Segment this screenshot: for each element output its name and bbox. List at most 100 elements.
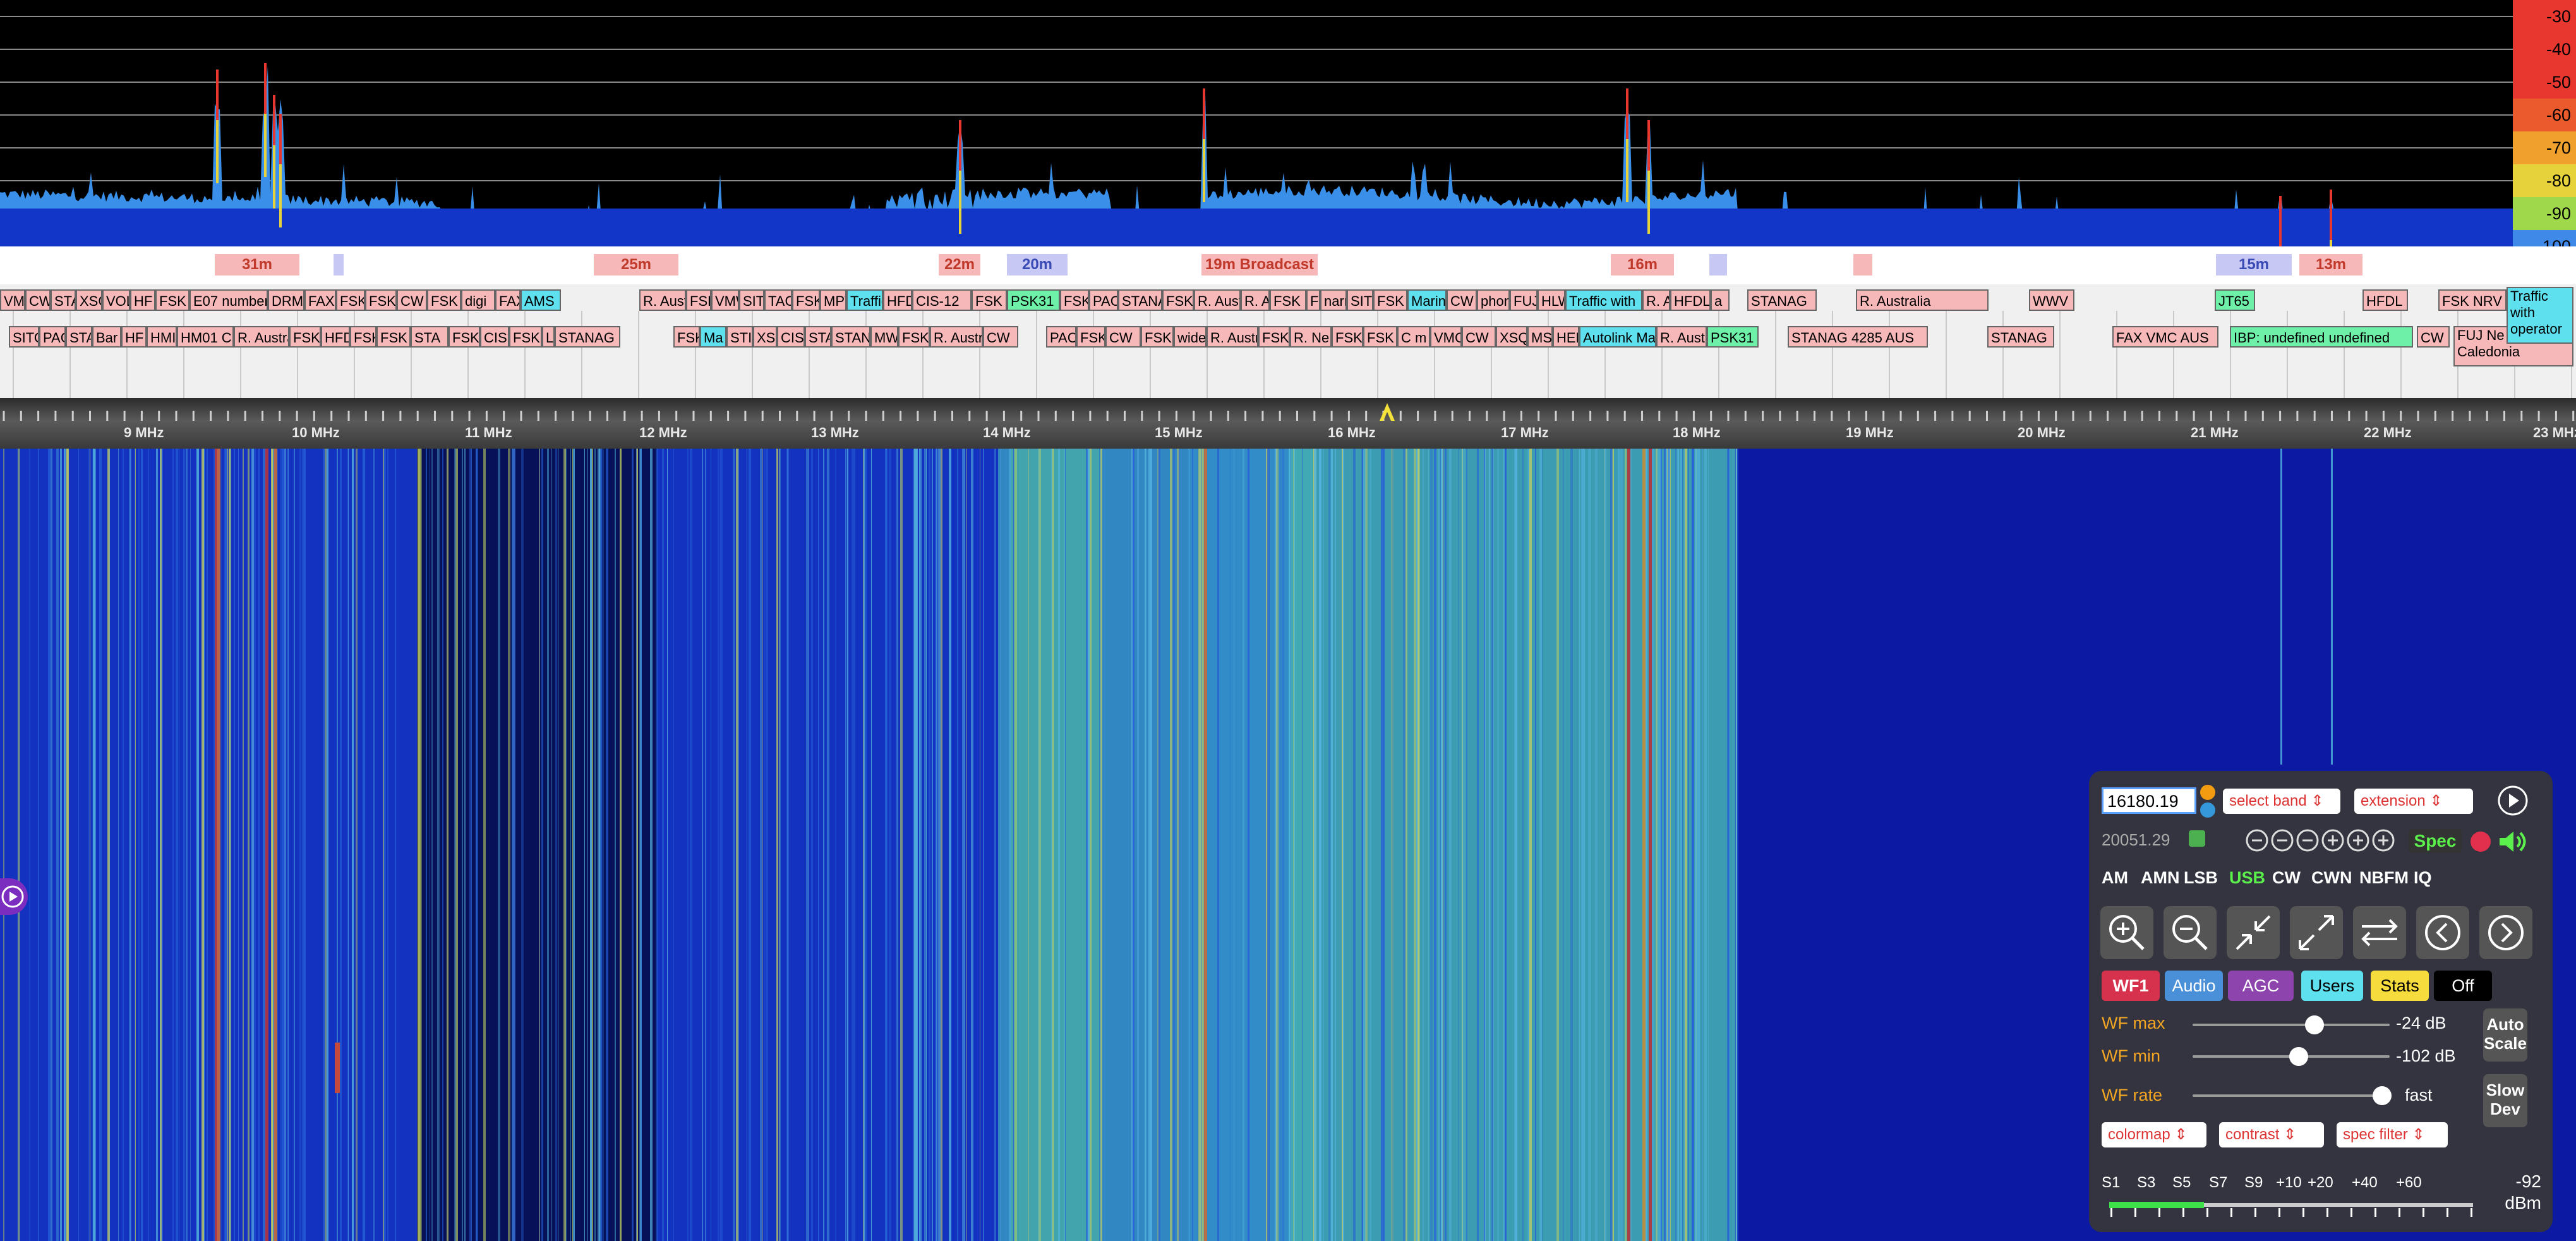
record-button[interactable] — [2471, 832, 2491, 852]
station-label[interactable]: FAX VMC AUS — [2112, 326, 2218, 348]
station-label[interactable]: R. Australia — [1207, 326, 1258, 348]
compress-button[interactable] — [2227, 906, 2280, 959]
band-label[interactable]: 31m — [215, 254, 299, 275]
station-label[interactable]: CW — [983, 326, 1018, 348]
station-label[interactable]: STANAG 4285 AUS — [1788, 326, 1928, 348]
station-label[interactable]: FSK — [1141, 326, 1174, 348]
station-label[interactable]: HFDL — [2362, 289, 2408, 311]
band-label[interactable] — [334, 254, 344, 275]
freq-step-up-icon[interactable] — [2200, 785, 2215, 800]
station-label[interactable]: Autolink Ma — [1579, 326, 1656, 348]
station-label[interactable]: CIS — [777, 326, 805, 348]
station-label[interactable]: Traffic with operator — [2507, 287, 2573, 344]
station-label[interactable]: Ma — [700, 326, 726, 348]
station-label[interactable]: FSK — [376, 326, 411, 348]
tab-stats[interactable]: Stats — [2371, 971, 2429, 1001]
station-label[interactable]: FSK — [1373, 289, 1407, 311]
forward-button[interactable] — [2479, 906, 2532, 959]
station-label[interactable]: a — [1711, 289, 1730, 311]
tab-off[interactable]: Off — [2434, 971, 2492, 1001]
zoom-step-controls[interactable] — [2244, 826, 2404, 854]
station-label[interactable]: STANAG — [1118, 289, 1162, 311]
station-label[interactable]: MS — [1527, 326, 1553, 348]
spec-filter-dropdown[interactable]: spec filter ⇕ — [2337, 1122, 2448, 1147]
station-label[interactable]: STA — [411, 326, 448, 348]
station-label[interactable]: R. Australia — [234, 326, 289, 348]
station-label[interactable]: SITOR — [1347, 289, 1373, 311]
station-label[interactable]: E07 numbers — [190, 289, 268, 311]
station-label[interactable]: FSK — [792, 289, 820, 311]
station-label[interactable]: CW — [25, 289, 51, 311]
station-label[interactable]: XSG — [753, 326, 777, 348]
station-label[interactable]: STANAG — [1747, 289, 1817, 311]
mode-button-cw[interactable]: CW — [2272, 868, 2301, 888]
station-label[interactable]: R. Australia — [1194, 289, 1241, 311]
station-label[interactable]: HF — [130, 289, 155, 311]
station-label[interactable]: FSK — [448, 326, 480, 348]
station-label[interactable]: STA — [805, 326, 831, 348]
station-label[interactable]: FSK — [972, 289, 1007, 311]
wf-min-slider-knob[interactable] — [2289, 1047, 2309, 1066]
station-label[interactable]: digi — [461, 289, 495, 311]
station-label[interactable]: FSK — [1060, 289, 1089, 311]
station-label[interactable]: FSK — [365, 289, 397, 311]
station-label[interactable]: FSK — [1306, 289, 1320, 311]
station-label[interactable]: VMC — [1430, 326, 1462, 348]
mode-button-nbfm[interactable]: NBFM — [2359, 868, 2409, 888]
band-label[interactable]: 25m — [594, 254, 678, 275]
spec-toggle-button[interactable]: Spec — [2409, 829, 2462, 853]
tab-users[interactable]: Users — [2301, 971, 2363, 1001]
mode-button-amn[interactable]: AMN — [2141, 868, 2180, 888]
station-label[interactable]: STANAG — [831, 326, 870, 348]
band-label[interactable]: 19m Broadcast — [1201, 254, 1318, 275]
station-label[interactable]: CW — [1447, 289, 1477, 311]
frequency-scale[interactable]: 9 MHz 10 MHz 11 MHz 12 MHz 13 MHz 14 MHz 15 MH… — [0, 398, 2576, 449]
station-label[interactable]: FAX — [495, 289, 521, 311]
station-label[interactable]: CW — [397, 289, 427, 311]
side-panel-toggle-button[interactable] — [0, 878, 28, 915]
band-label[interactable] — [1709, 254, 1727, 275]
station-label[interactable]: R. Australia — [639, 289, 686, 311]
station-label[interactable]: FSK — [155, 289, 190, 311]
tuning-marker-icon[interactable] — [1375, 399, 1400, 425]
slow-dev-button[interactable]: Slow Dev — [2483, 1074, 2527, 1127]
station-label[interactable]: STI — [726, 326, 753, 348]
mode-button-cwn[interactable]: CWN — [2311, 868, 2352, 888]
station-label[interactable]: FSK — [898, 326, 930, 348]
station-label[interactable]: FSK — [686, 289, 711, 311]
station-label[interactable]: R. Australia — [1241, 289, 1270, 311]
station-label[interactable]: DRM — [268, 289, 304, 311]
back-button[interactable] — [2416, 906, 2469, 959]
station-label[interactable]: IBP: undefined undefined — [2230, 326, 2413, 348]
station-label[interactable]: PSK31 — [1707, 326, 1759, 348]
station-label[interactable]: R. Australia — [1642, 289, 1670, 311]
station-label[interactable]: FSK — [427, 289, 461, 311]
station-label[interactable]: HMI — [147, 326, 177, 348]
station-label[interactable]: FSK — [1258, 326, 1290, 348]
station-label[interactable]: JT65 — [2215, 289, 2255, 311]
station-label[interactable]: HF — [121, 326, 147, 348]
station-label[interactable]: phone — [1477, 289, 1510, 311]
station-label[interactable]: FSK — [1270, 289, 1306, 311]
speaker-icon[interactable] — [2497, 829, 2527, 854]
station-label[interactable]: FAX — [304, 289, 336, 311]
station-label[interactable]: STANAG — [1987, 326, 2054, 348]
extension-dropdown[interactable]: extension ⇕ — [2354, 789, 2473, 814]
auto-scale-button[interactable]: Auto Scale — [2483, 1008, 2527, 1062]
band-label[interactable] — [1853, 254, 1872, 275]
select-band-dropdown[interactable]: select band ⇕ — [2223, 789, 2340, 814]
frequency-input[interactable]: 16180.19 — [2102, 787, 2196, 814]
station-label[interactable]: STANAG — [555, 326, 620, 348]
station-label[interactable]: SITOR — [9, 326, 39, 348]
station-label[interactable]: VOL — [102, 289, 130, 311]
station-label[interactable]: HFDL — [883, 289, 912, 311]
tab-wf1[interactable]: WF1 — [2102, 971, 2160, 1001]
station-label[interactable]: FSK — [1363, 326, 1397, 348]
swap-button[interactable] — [2353, 906, 2406, 959]
station-label[interactable]: PSK31 — [1007, 289, 1060, 311]
station-label[interactable]: wide — [1174, 326, 1207, 348]
zoom-out-button[interactable] — [2164, 906, 2217, 959]
tab-agc[interactable]: AGC — [2228, 971, 2294, 1001]
wf-rate-slider[interactable] — [2193, 1094, 2390, 1097]
wf-max-slider[interactable] — [2193, 1024, 2390, 1026]
